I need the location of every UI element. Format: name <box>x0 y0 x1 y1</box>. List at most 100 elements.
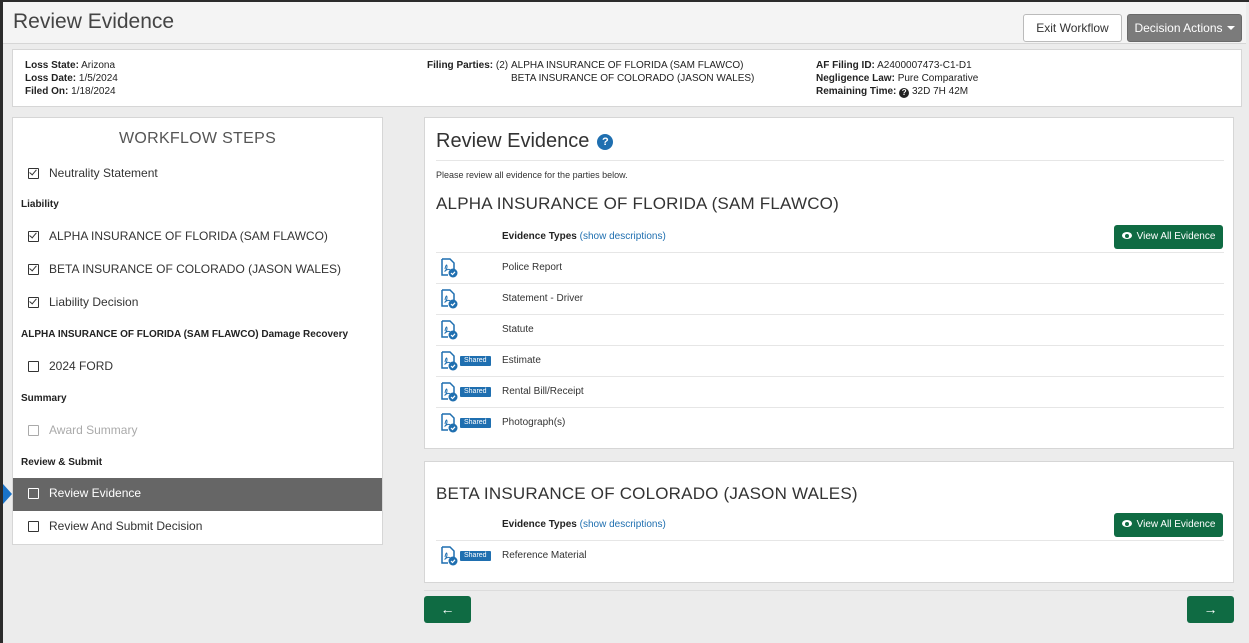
shared-badge: Shared <box>460 418 491 428</box>
pdf-icon-wrap <box>440 382 458 407</box>
pdf-document-icon <box>441 546 458 566</box>
step-label: Neutrality Statement <box>49 166 158 180</box>
eye-icon <box>1121 232 1132 239</box>
step-label: Review And Submit Decision <box>49 519 203 533</box>
shared-badge: Shared <box>460 387 491 397</box>
checkbox-checked-icon <box>28 297 39 308</box>
section-damage-recovery: ALPHA INSURANCE OF FLORIDA (SAM FLAWCO) … <box>21 329 349 340</box>
instructions-text: Please review all evidence for the parti… <box>436 170 628 180</box>
party-1-title: ALPHA INSURANCE OF FLORIDA (SAM FLAWCO) <box>436 194 839 213</box>
claim-info-bar: Loss State: Arizona Loss Date: 1/5/2024 … <box>12 49 1242 107</box>
remaining-time-value: 32D 7H 42M <box>911 86 969 97</box>
view-all-evidence-label: View All Evidence <box>1136 231 1216 242</box>
decision-actions-button[interactable]: Decision Actions <box>1127 14 1242 42</box>
show-descriptions-link[interactable]: (show descriptions) <box>580 519 666 530</box>
step-liability-beta[interactable]: BETA INSURANCE OF COLORADO (JASON WALES) <box>13 254 382 287</box>
workflow-steps-title: WORKFLOW STEPS <box>118 130 277 147</box>
view-all-evidence-button[interactable]: View All Evidence <box>1114 513 1223 537</box>
step-label: Liability Decision <box>49 295 139 309</box>
evidence-name: Statute <box>502 324 534 335</box>
current-step-marker-icon <box>3 484 12 504</box>
filing-party-1: ALPHA INSURANCE OF FLORIDA (SAM FLAWCO) <box>511 60 744 71</box>
evidence-card-party-2: BETA INSURANCE OF COLORADO (JASON WALES)… <box>424 461 1234 583</box>
filing-parties-label: Filing Parties: <box>427 60 494 71</box>
page-title: Review Evidence <box>13 10 175 33</box>
loss-state-value: Arizona <box>81 60 116 71</box>
evidence-name: Photograph(s) <box>502 417 566 428</box>
section-liability: Liability <box>21 199 59 210</box>
loss-date-label: Loss Date: <box>25 73 77 84</box>
decision-actions-label: Decision Actions <box>1134 21 1223 35</box>
question-circle-icon[interactable]: ? <box>899 88 910 98</box>
section-title: Review Evidence? <box>436 130 614 153</box>
pdf-icon-wrap <box>440 320 458 345</box>
step-label: Award Summary <box>49 423 138 437</box>
pdf-icon-wrap <box>440 413 458 438</box>
loss-state-label: Loss State: <box>25 60 79 71</box>
shared-badge: Shared <box>460 356 491 366</box>
divider <box>436 160 1224 161</box>
evidence-row[interactable]: Statement - Driver <box>436 283 1224 314</box>
step-review-evidence[interactable]: Review Evidence <box>13 478 382 511</box>
step-award-summary: Award Summary <box>13 415 382 448</box>
filing-meta: AF Filing ID: A2400007473-C1-D1 Negligen… <box>816 59 978 98</box>
view-all-evidence-label: View All Evidence <box>1136 519 1216 530</box>
evidence-name: Police Report <box>502 262 563 273</box>
af-filing-id-label: AF Filing ID: <box>816 60 875 71</box>
checkbox-empty-icon <box>28 425 39 436</box>
evidence-row[interactable]: Police Report <box>436 252 1224 283</box>
loss-date-value: 1/5/2024 <box>78 73 118 84</box>
evidence-types-header: Evidence Types (show descriptions) <box>502 231 666 242</box>
pdf-document-icon <box>441 289 458 309</box>
filed-on-value: 1/18/2024 <box>71 86 116 97</box>
evidence-types-label: Evidence Types <box>502 519 577 530</box>
af-filing-id-value: A2400007473-C1-D1 <box>877 60 972 71</box>
evidence-name: Rental Bill/Receipt <box>502 386 584 397</box>
evidence-name: Statement - Driver <box>502 293 584 304</box>
step-label: ALPHA INSURANCE OF FLORIDA (SAM FLAWCO) <box>49 229 328 243</box>
previous-button[interactable]: ← <box>424 596 471 623</box>
checkbox-empty-icon <box>28 361 39 372</box>
evidence-name: Estimate <box>502 355 541 366</box>
party-2-title: BETA INSURANCE OF COLORADO (JASON WALES) <box>436 484 858 503</box>
evidence-row[interactable]: Statute <box>436 314 1224 345</box>
step-2024-ford[interactable]: 2024 FORD <box>13 351 382 384</box>
divider <box>424 590 1234 591</box>
filing-parties-count: (2) <box>495 60 509 71</box>
checkbox-checked-icon <box>28 168 39 179</box>
checkbox-empty-icon <box>28 521 39 532</box>
pdf-icon-wrap <box>440 289 458 314</box>
negligence-law-value: Pure Comparative <box>897 73 979 84</box>
filed-on-label: Filed On: <box>25 86 69 97</box>
step-review-submit-decision[interactable]: Review And Submit Decision <box>13 511 382 544</box>
filing-party-2: BETA INSURANCE OF COLORADO (JASON WALES) <box>511 73 755 84</box>
pdf-icon-wrap <box>440 351 458 376</box>
remaining-time-label: Remaining Time: <box>816 86 897 97</box>
next-button[interactable]: → <box>1187 596 1234 623</box>
show-descriptions-link[interactable]: (show descriptions) <box>580 231 666 242</box>
evidence-row[interactable]: Shared Photograph(s) <box>436 407 1224 438</box>
view-all-evidence-button[interactable]: View All Evidence <box>1114 225 1223 249</box>
pdf-document-icon <box>441 351 458 371</box>
top-bar: Review Evidence Exit Workflow Decision A… <box>3 2 1246 44</box>
step-label: 2024 FORD <box>49 359 114 373</box>
evidence-row[interactable]: Shared Reference Material <box>436 540 1224 571</box>
section-review-submit: Review & Submit <box>21 457 103 468</box>
help-question-icon[interactable]: ? <box>597 134 614 150</box>
evidence-card-main: Review Evidence? Please review all evide… <box>424 117 1234 449</box>
evidence-row[interactable]: Shared Rental Bill/Receipt <box>436 376 1224 407</box>
step-label: BETA INSURANCE OF COLORADO (JASON WALES) <box>49 262 342 276</box>
exit-workflow-button[interactable]: Exit Workflow <box>1023 14 1122 42</box>
step-liability-alpha[interactable]: ALPHA INSURANCE OF FLORIDA (SAM FLAWCO) <box>13 221 382 254</box>
checkbox-checked-icon <box>28 231 39 242</box>
checkbox-checked-icon <box>28 264 39 275</box>
pdf-document-icon <box>441 258 458 278</box>
shared-badge: Shared <box>460 551 491 561</box>
eye-icon <box>1121 520 1132 527</box>
step-liability-decision[interactable]: Liability Decision <box>13 287 382 320</box>
evidence-row[interactable]: Shared Estimate <box>436 345 1224 376</box>
pdf-document-icon <box>441 320 458 340</box>
step-neutrality-statement[interactable]: Neutrality Statement <box>13 158 382 191</box>
checkbox-empty-icon <box>28 488 39 499</box>
section-summary: Summary <box>21 393 67 404</box>
